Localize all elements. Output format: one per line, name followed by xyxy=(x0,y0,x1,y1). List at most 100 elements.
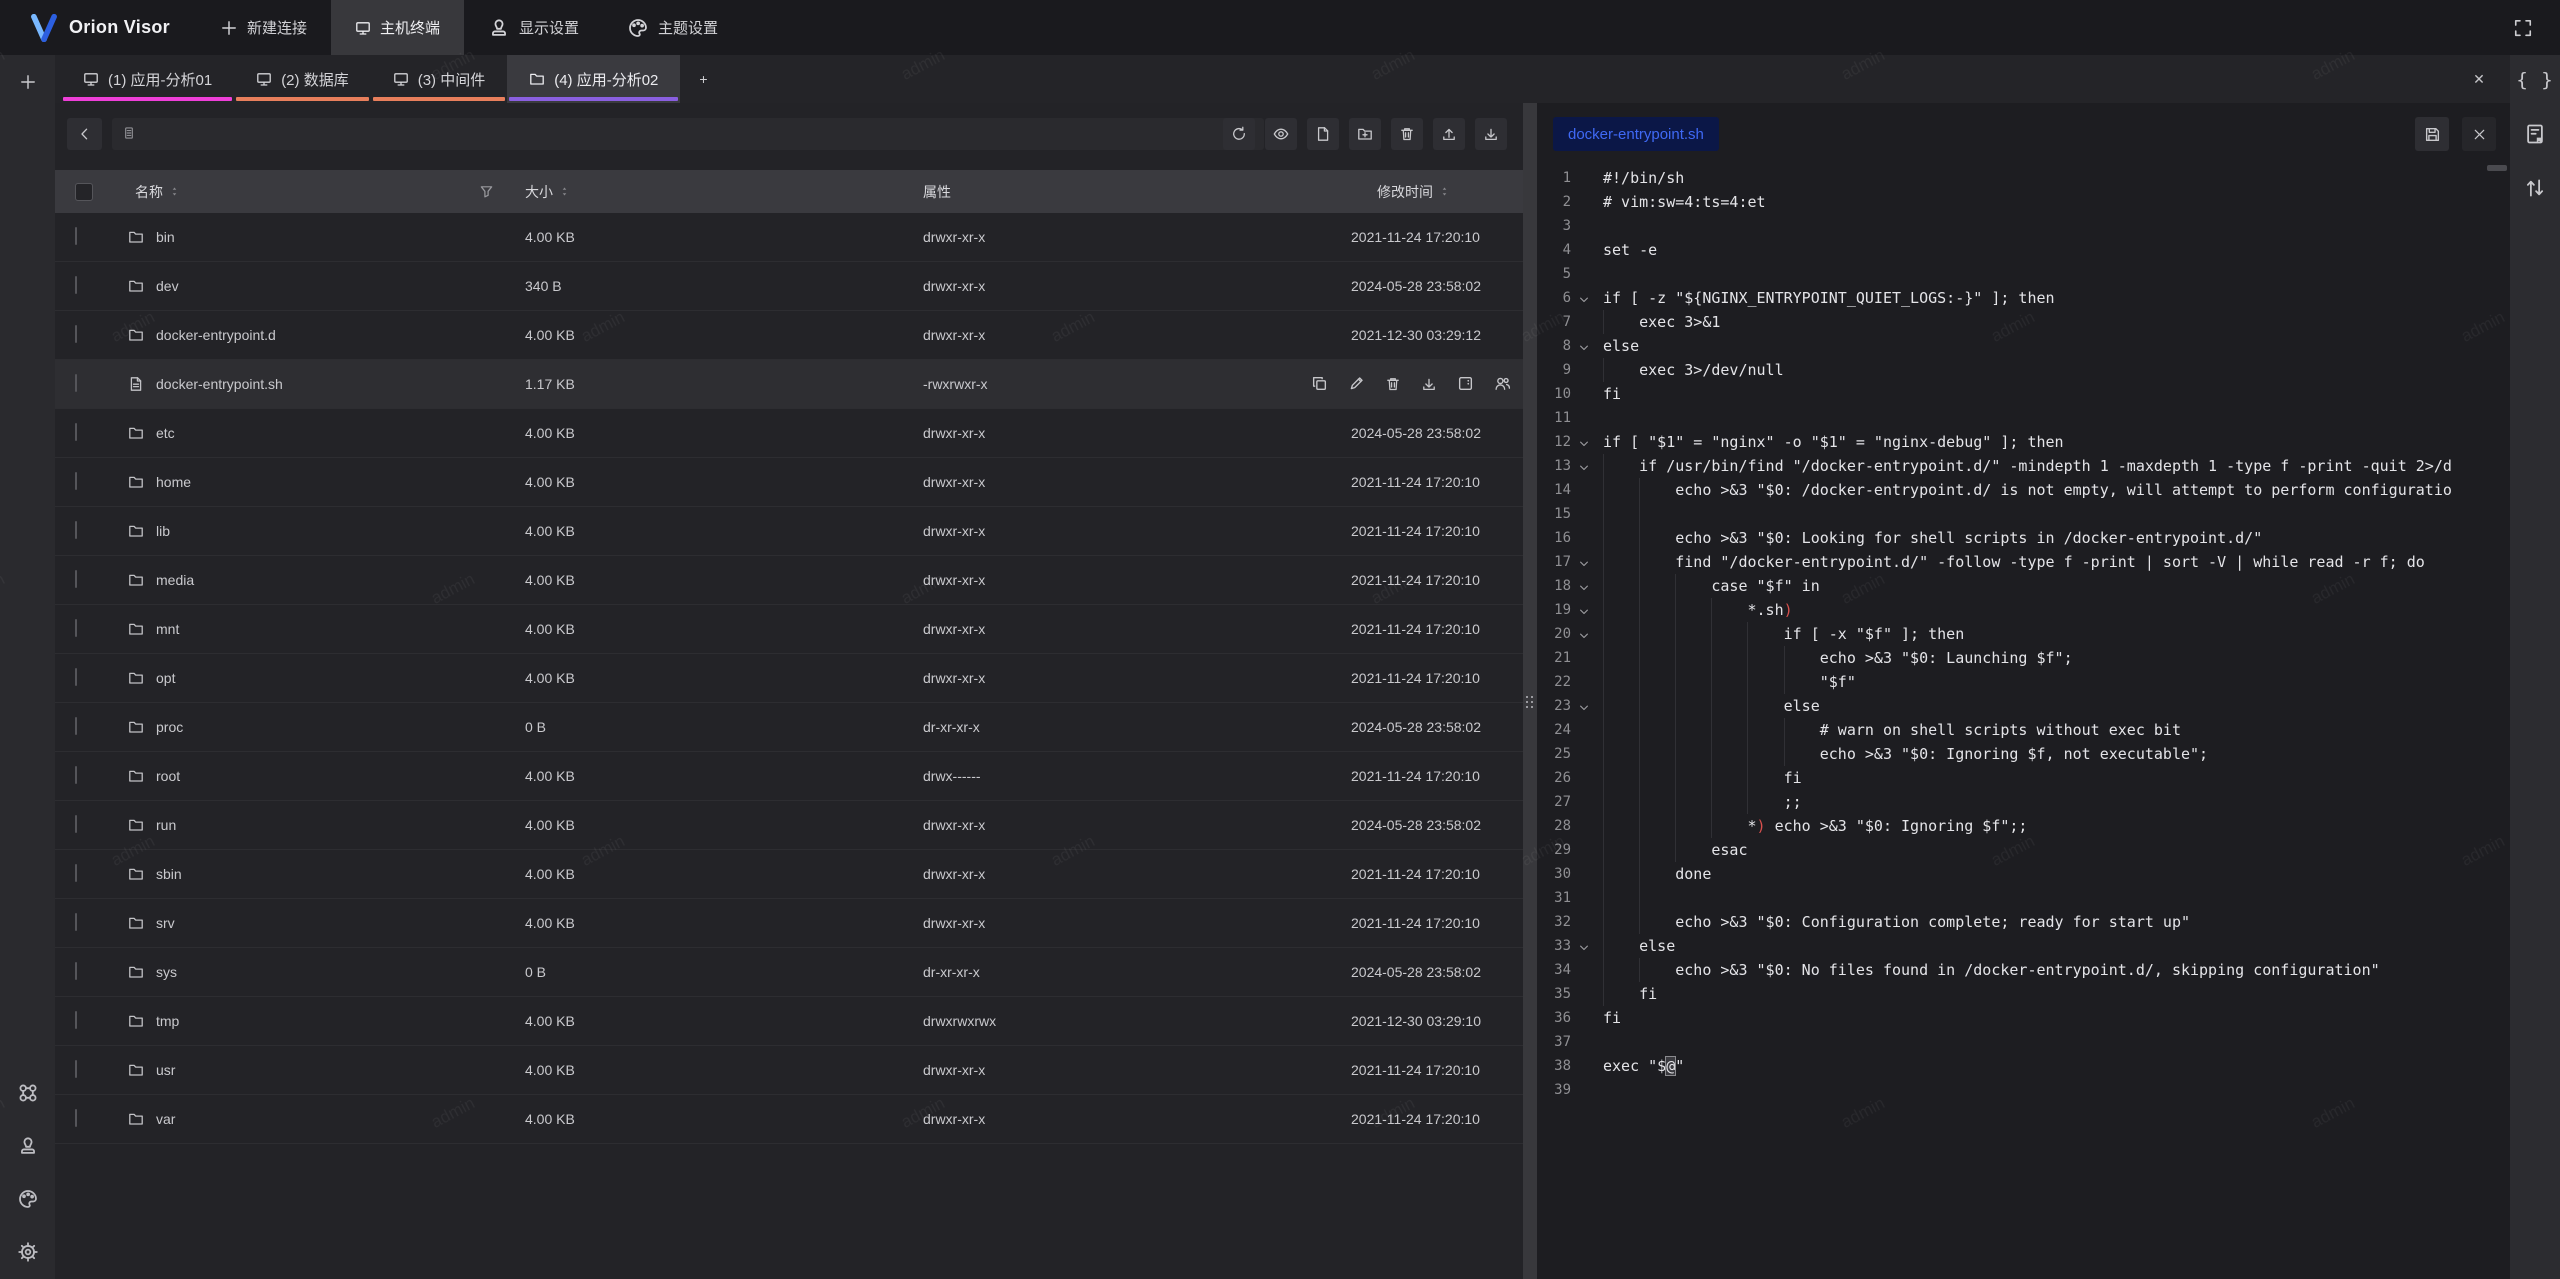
sort-icon[interactable] xyxy=(559,184,570,199)
row-checkbox[interactable] xyxy=(75,326,77,342)
row-checkbox[interactable] xyxy=(75,1012,77,1028)
code-line-15: 15 xyxy=(1537,502,2510,526)
row-permission-icon[interactable] xyxy=(1494,375,1511,392)
select-all-checkbox[interactable] xyxy=(75,170,93,213)
row-checkbox[interactable] xyxy=(75,424,77,440)
table-row-var[interactable]: var4.00 KBdrwxr-xr-x2021-11-24 17:20:10 xyxy=(55,1095,1523,1144)
new-folder-button[interactable] xyxy=(1349,118,1381,150)
menu-item-3[interactable]: 主题设置 xyxy=(603,0,742,55)
close-editor-button[interactable] xyxy=(2462,117,2496,151)
row-checkbox[interactable] xyxy=(75,375,77,391)
row-checkbox[interactable] xyxy=(75,1110,77,1126)
terminal-tab-2[interactable]: (3) 中间件 xyxy=(371,55,508,103)
row-checkbox[interactable] xyxy=(75,228,77,244)
table-row-usr[interactable]: usr4.00 KBdrwxr-xr-x2021-11-24 17:20:10 xyxy=(55,1046,1523,1095)
fold-toggle-icon[interactable] xyxy=(1578,292,1590,310)
row-trash-icon[interactable] xyxy=(1385,375,1401,392)
editor-file-tab[interactable]: docker-entrypoint.sh xyxy=(1553,117,1719,151)
terminal-tab-0[interactable]: (1) 应用-分析01 xyxy=(61,55,234,103)
fold-toggle-icon[interactable] xyxy=(1578,628,1590,646)
row-checkbox[interactable] xyxy=(75,816,77,832)
table-row-mnt[interactable]: mnt4.00 KBdrwxr-xr-x2021-11-24 17:20:10 xyxy=(55,605,1523,654)
fold-toggle-icon[interactable] xyxy=(1578,556,1590,574)
fold-toggle-icon[interactable] xyxy=(1578,460,1590,478)
palette-icon[interactable] xyxy=(17,1188,39,1210)
panel-resize-handle[interactable] xyxy=(1523,103,1537,1279)
terminal-tab-1[interactable]: (2) 数据库 xyxy=(234,55,371,103)
monitor-icon xyxy=(83,71,99,87)
row-checkbox[interactable] xyxy=(75,1061,77,1077)
row-download-icon[interactable] xyxy=(1421,375,1437,392)
table-row-home[interactable]: home4.00 KBdrwxr-xr-x2021-11-24 17:20:10 xyxy=(55,458,1523,507)
row-checkbox[interactable] xyxy=(75,277,77,293)
column-header-size[interactable]: 大小 xyxy=(525,170,570,213)
braces-icon[interactable]: { } xyxy=(2516,69,2553,91)
plus-icon[interactable] xyxy=(19,73,37,91)
eye-button[interactable] xyxy=(1265,118,1297,150)
download-button[interactable] xyxy=(1475,118,1507,150)
table-row-bin[interactable]: bin4.00 KBdrwxr-xr-x2021-11-24 17:20:10 xyxy=(55,213,1523,262)
fold-toggle-icon[interactable] xyxy=(1578,436,1590,454)
fold-toggle-icon[interactable] xyxy=(1578,604,1590,622)
row-checkbox[interactable] xyxy=(75,914,77,930)
refresh-button[interactable] xyxy=(1223,118,1255,150)
terminal-tab-3[interactable]: (4) 应用-分析02 xyxy=(507,55,680,103)
stamp-icon[interactable] xyxy=(17,1135,39,1157)
table-row-sys[interactable]: sys0 Bdr-xr-xr-x2024-05-28 23:58:02 xyxy=(55,948,1523,997)
file-modified: 2021-11-24 17:20:10 xyxy=(1351,915,1480,931)
filter-icon[interactable] xyxy=(479,170,494,213)
code-line-18: 18 case "$f" in xyxy=(1537,574,2510,598)
new-tab-button[interactable]: + xyxy=(680,55,726,103)
command-icon[interactable] xyxy=(17,1082,39,1104)
path-input[interactable] xyxy=(112,118,1264,150)
gear-icon[interactable] xyxy=(17,1241,39,1263)
row-copy-icon[interactable] xyxy=(1311,375,1328,392)
row-checkbox[interactable] xyxy=(75,718,77,734)
column-header-name[interactable]: 名称 xyxy=(135,170,180,213)
fold-toggle-icon[interactable] xyxy=(1578,580,1590,598)
fold-toggle-icon[interactable] xyxy=(1578,940,1590,958)
file-modified: 2021-11-24 17:20:10 xyxy=(1351,474,1480,490)
save-button[interactable] xyxy=(2415,117,2449,151)
table-row-proc[interactable]: proc0 Bdr-xr-xr-x2024-05-28 23:58:02 xyxy=(55,703,1523,752)
fold-toggle-icon[interactable] xyxy=(1578,340,1590,358)
row-checkbox[interactable] xyxy=(75,522,77,538)
fold-toggle-icon[interactable] xyxy=(1578,700,1590,718)
upload-button[interactable] xyxy=(1433,118,1465,150)
menu-item-2[interactable]: 显示设置 xyxy=(464,0,603,55)
row-checkbox[interactable] xyxy=(75,473,77,489)
back-button[interactable] xyxy=(67,118,102,150)
sort-icon[interactable] xyxy=(169,184,180,199)
table-row-run[interactable]: run4.00 KBdrwxr-xr-x2024-05-28 23:58:02 xyxy=(55,801,1523,850)
table-row-root[interactable]: root4.00 KBdrwx------2021-11-24 17:20:10 xyxy=(55,752,1523,801)
doc-bookmark-icon[interactable] xyxy=(2524,123,2546,145)
table-row-sbin[interactable]: sbin4.00 KBdrwxr-xr-x2021-11-24 17:20:10 xyxy=(55,850,1523,899)
tab-color-underline xyxy=(509,97,678,101)
menu-item-0[interactable]: 新建连接 xyxy=(196,0,331,55)
close-all-tabs-button[interactable]: ✕ xyxy=(2462,55,2496,103)
trash-button[interactable] xyxy=(1391,118,1423,150)
column-header-modified[interactable]: 修改时间 xyxy=(1377,170,1450,213)
table-row-opt[interactable]: opt4.00 KBdrwxr-xr-x2021-11-24 17:20:10 xyxy=(55,654,1523,703)
sort-icon[interactable] xyxy=(1439,184,1450,199)
sort-lines-icon[interactable] xyxy=(2524,177,2546,199)
menu-item-1[interactable]: 主机终端 xyxy=(331,0,464,55)
row-checkbox[interactable] xyxy=(75,571,77,587)
row-move-icon[interactable] xyxy=(1457,375,1474,392)
row-checkbox[interactable] xyxy=(75,865,77,881)
row-checkbox[interactable] xyxy=(75,767,77,783)
fullscreen-button[interactable] xyxy=(2502,0,2544,55)
row-edit-icon[interactable] xyxy=(1348,375,1365,392)
table-row-lib[interactable]: lib4.00 KBdrwxr-xr-x2021-11-24 17:20:10 xyxy=(55,507,1523,556)
table-row-docker-entrypoint.d[interactable]: docker-entrypoint.d4.00 KBdrwxr-xr-x2021… xyxy=(55,311,1523,360)
table-row-srv[interactable]: srv4.00 KBdrwxr-xr-x2021-11-24 17:20:10 xyxy=(55,899,1523,948)
table-row-etc[interactable]: etc4.00 KBdrwxr-xr-x2024-05-28 23:58:02 xyxy=(55,409,1523,458)
row-checkbox[interactable] xyxy=(75,620,77,636)
table-row-tmp[interactable]: tmp4.00 KBdrwxrwxrwx2021-12-30 03:29:10 xyxy=(55,997,1523,1046)
row-checkbox[interactable] xyxy=(75,669,77,685)
table-row-docker-entrypoint.sh[interactable]: docker-entrypoint.sh1.17 KB-rwxrwxr-x xyxy=(55,360,1523,409)
row-checkbox[interactable] xyxy=(75,963,77,979)
table-row-media[interactable]: media4.00 KBdrwxr-xr-x2021-11-24 17:20:1… xyxy=(55,556,1523,605)
table-row-dev[interactable]: dev340 Bdrwxr-xr-x2024-05-28 23:58:02 xyxy=(55,262,1523,311)
new-file-button[interactable] xyxy=(1307,118,1339,150)
